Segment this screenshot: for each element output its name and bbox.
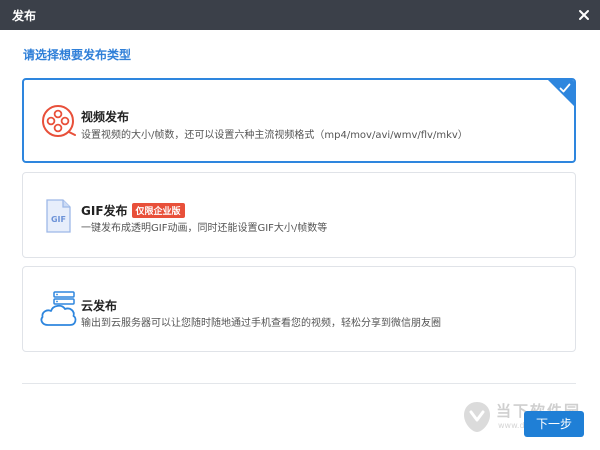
checkmark-icon [559, 83, 571, 93]
svg-text:GIF: GIF [51, 215, 66, 224]
watermark-logo-icon [464, 402, 490, 432]
option-description: 一键发布成透明GIF动画，同时还能设置GIF大小/帧数等 [81, 223, 328, 234]
option-name-text: GIF发布 [81, 204, 128, 218]
option-description: 输出到云服务器可以让您随时随地通过手机查看您的视频，轻松分享到微信朋友圈 [81, 318, 441, 329]
cloud-server-icon [40, 291, 77, 326]
option-name: 视频发布 [81, 110, 130, 124]
option-name: 云发布 [81, 299, 118, 313]
close-icon[interactable] [577, 8, 591, 22]
option-gif-publish[interactable]: GIF GIF发布 仅限企业版 一键发布成透明GIF动画，同时还能设置GIF大小/… [22, 172, 576, 258]
option-description: 设置视频的大小/帧数，还可以设置六种主流视频格式（mp4/mov/avi/wmv… [81, 130, 468, 141]
footer-divider [22, 383, 576, 384]
title-bar: 发布 [0, 0, 600, 30]
next-step-button[interactable]: 下一步 [524, 411, 584, 437]
option-name: GIF发布 仅限企业版 [81, 202, 185, 219]
window-title: 发布 [12, 9, 37, 23]
prompt-heading: 请选择想要发布类型 [23, 48, 132, 62]
gif-file-icon: GIF [46, 199, 71, 233]
film-reel-icon [42, 105, 76, 137]
enterprise-only-badge: 仅限企业版 [131, 203, 185, 218]
option-video-publish[interactable]: 视频发布 设置视频的大小/帧数，还可以设置六种主流视频格式（mp4/mov/av… [22, 78, 576, 163]
option-cloud-publish[interactable]: 云发布 输出到云服务器可以让您随时随地通过手机查看您的视频，轻松分享到微信朋友圈 [22, 266, 576, 352]
